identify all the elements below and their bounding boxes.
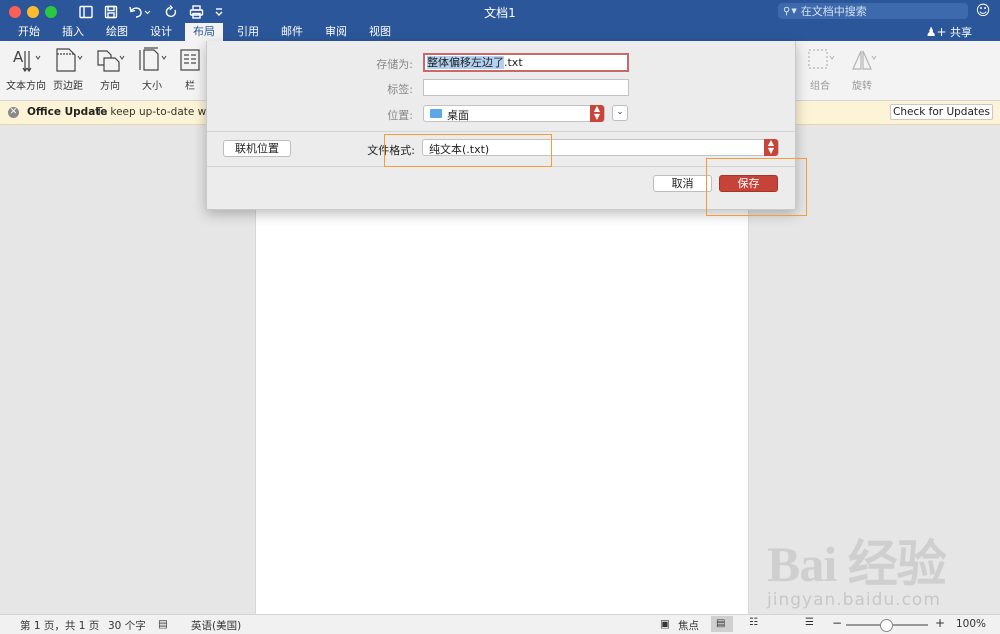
- size-button[interactable]: 大小: [134, 47, 170, 92]
- tab-mailings[interactable]: 邮件: [273, 23, 311, 41]
- print-layout-icon: ▤: [716, 618, 726, 629]
- focus-mode-icon[interactable]: ▣: [660, 618, 670, 630]
- undo-icon[interactable]: [127, 3, 153, 20]
- margins-button[interactable]: 页边距: [50, 47, 86, 92]
- tab-review[interactable]: 审阅: [317, 23, 355, 41]
- orientation-icon: [92, 47, 128, 73]
- add-person-icon: ♟+: [925, 25, 947, 39]
- update-message: To keep up-to-date with: [96, 106, 220, 118]
- tags-label: 标签:: [387, 83, 413, 96]
- check-for-updates-button[interactable]: Check for Updates: [890, 104, 993, 120]
- focus-mode-label[interactable]: 焦点: [678, 618, 699, 633]
- orientation-button[interactable]: 方向: [92, 47, 128, 92]
- print-layout-view-button[interactable]: ▤: [711, 616, 733, 632]
- margins-icon: [50, 47, 86, 73]
- close-icon[interactable]: ✕: [8, 107, 19, 118]
- file-name-selection: 整体偏移左边了: [427, 56, 504, 69]
- folder-icon: [430, 109, 442, 118]
- page-count[interactable]: 第 1 页，共 1 页: [20, 618, 99, 633]
- watermark-url: jingyan.baidu.com: [767, 590, 941, 610]
- columns-icon: [176, 47, 204, 73]
- columns-button[interactable]: 栏: [176, 47, 204, 92]
- location-stepper-icon: ▲ ▼: [590, 105, 604, 122]
- share-button[interactable]: ♟+ 共享: [926, 23, 972, 41]
- web-layout-view-button[interactable]: ☷: [744, 616, 766, 632]
- save-icon[interactable]: [102, 3, 120, 20]
- online-locations-button[interactable]: 联机位置: [223, 140, 291, 157]
- redo-icon[interactable]: [163, 3, 179, 20]
- tab-home[interactable]: 开始: [10, 23, 48, 41]
- word-count[interactable]: 30 个字: [108, 618, 146, 633]
- window-maximize-button[interactable]: [45, 6, 57, 18]
- proofing-icon[interactable]: ▤: [158, 618, 168, 630]
- title-bar: 文档1 ⚲ ▼ ☺: [0, 0, 1000, 23]
- outline-view-button[interactable]: ☰: [800, 616, 822, 632]
- tab-references[interactable]: 引用: [229, 23, 267, 41]
- save-as-label: 存储为:: [376, 58, 413, 71]
- location-value: 桌面: [447, 109, 469, 122]
- tags-input[interactable]: [423, 79, 629, 96]
- text-direction-icon: A: [6, 47, 46, 73]
- file-extension: .txt: [504, 56, 523, 69]
- status-bar: 第 1 页，共 1 页 30 个字 ▤ 英语(美国) ▣ 焦点 ▤ ☷ ☰ − …: [0, 614, 1000, 634]
- language-indicator[interactable]: 英语(美国): [191, 618, 241, 633]
- location-label: 位置:: [387, 109, 413, 122]
- cancel-button[interactable]: 取消: [653, 175, 712, 192]
- watermark-brand: Bai 经验: [767, 536, 947, 592]
- zoom-slider-handle[interactable]: [880, 619, 893, 632]
- zoom-out-button[interactable]: −: [832, 616, 842, 630]
- save-button-highlight: [706, 158, 807, 216]
- print-icon[interactable]: [187, 3, 205, 20]
- tab-design[interactable]: 设计: [142, 23, 180, 41]
- rotate-icon: [844, 47, 880, 73]
- outline-icon: ☰: [805, 617, 814, 628]
- window-minimize-button[interactable]: [27, 6, 39, 18]
- expand-dialog-button[interactable]: ⌄: [612, 105, 628, 121]
- customize-toolbar-icon[interactable]: [213, 3, 225, 20]
- tab-insert[interactable]: 插入: [54, 23, 92, 41]
- group-button[interactable]: 组合: [802, 47, 838, 92]
- group-objects-icon: [802, 47, 838, 73]
- text-direction-button[interactable]: A 文本方向: [6, 47, 46, 92]
- tab-draw[interactable]: 绘图: [98, 23, 136, 41]
- svg-text:A: A: [13, 48, 24, 66]
- chevron-down-icon: ⌄: [616, 107, 624, 117]
- sidebar-toggle-icon[interactable]: [77, 3, 95, 20]
- search-icon: ⚲: [783, 5, 791, 17]
- tab-layout[interactable]: 布局: [185, 23, 223, 41]
- search-input[interactable]: [800, 4, 961, 18]
- page-size-icon: [134, 47, 170, 73]
- file-name-input[interactable]: 整体偏移左边了.txt: [423, 53, 629, 72]
- zoom-in-button[interactable]: +: [935, 616, 945, 630]
- location-popup[interactable]: 桌面 ▲ ▼: [423, 105, 605, 122]
- format-stepper-icon: ▲ ▼: [764, 139, 778, 156]
- feedback-smiley-icon[interactable]: ☺: [970, 3, 996, 20]
- tab-view[interactable]: 视图: [361, 23, 399, 41]
- web-layout-icon: ☷: [749, 617, 758, 628]
- search-box[interactable]: ⚲ ▼: [778, 3, 968, 19]
- ribbon-tab-bar: 开始 插入 绘图 设计 布局 引用 邮件 审阅 视图 ♟+ 共享: [0, 23, 1000, 41]
- rotate-button[interactable]: 旋转: [844, 47, 880, 92]
- baidu-watermark: Bai 经验 jingyan.baidu.com: [765, 524, 995, 614]
- chevron-down-icon: ▼: [791, 7, 797, 15]
- file-format-highlight: [384, 134, 552, 167]
- dialog-divider: [207, 131, 795, 132]
- window-close-button[interactable]: [9, 6, 21, 18]
- zoom-level[interactable]: 100%: [956, 618, 986, 630]
